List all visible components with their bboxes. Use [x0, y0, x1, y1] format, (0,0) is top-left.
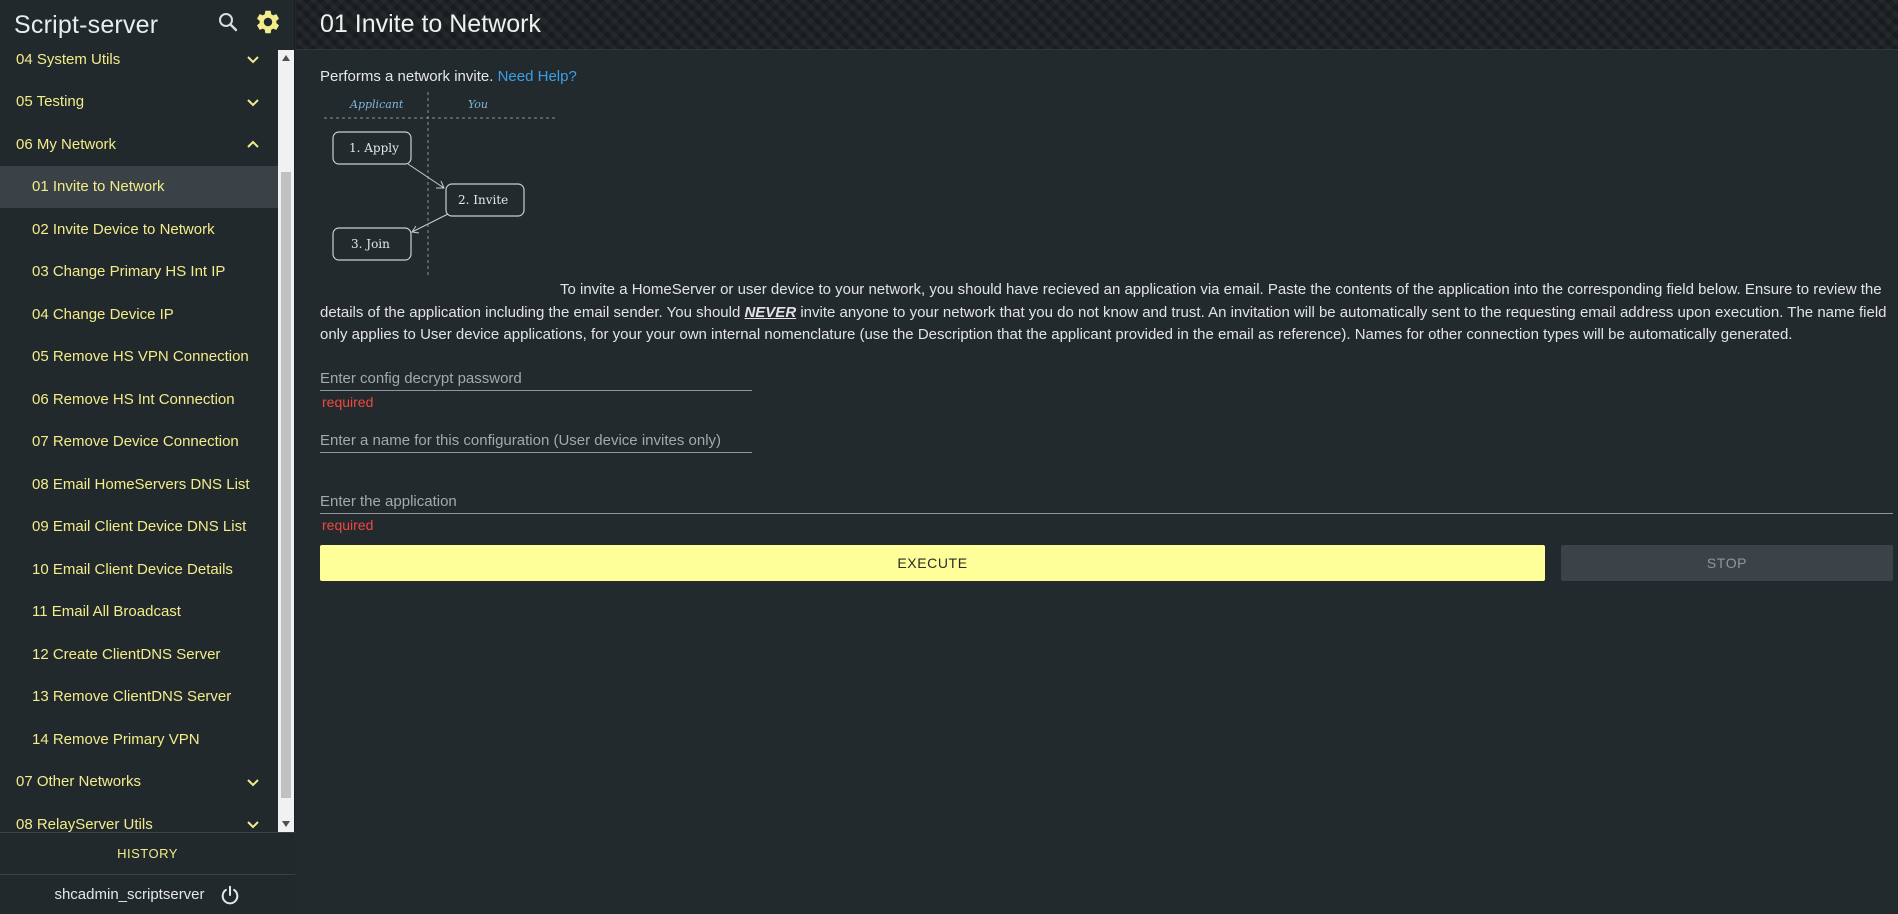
config-password-required: required — [322, 394, 374, 410]
sidebar-item-label: 06 My Network — [16, 135, 117, 153]
sidebar-group[interactable]: 04 System Utils — [0, 50, 278, 81]
sidebar-script-item[interactable]: 09 Email Client Device DNS List — [0, 506, 278, 549]
sidebar-script-item[interactable]: 02 Invite Device to Network — [0, 208, 278, 251]
config-password-placeholder: Enter config decrypt password — [320, 370, 522, 387]
sidebar-script-item[interactable]: 12 Create ClientDNS Server — [0, 633, 278, 676]
sidebar-script-item[interactable]: 01 Invite to Network — [0, 165, 278, 208]
sidebar-script-item[interactable]: 10 Email Client Device Details — [0, 548, 278, 591]
config-name-field: Enter a name for this configuration (Use… — [320, 428, 752, 453]
power-icon[interactable] — [219, 884, 241, 906]
config-password-field: Enter config decrypt password required — [320, 366, 752, 410]
sidebar-script-item[interactable]: 07 Remove Device Connection — [0, 421, 278, 464]
sidebar-script-item[interactable]: 04 Change Device IP — [0, 293, 278, 336]
diagram-col-applicant: Applicant — [349, 98, 404, 111]
sidebar-item-label: 07 Other Networks — [16, 773, 142, 791]
need-help-link[interactable]: Need Help? — [498, 68, 577, 85]
app-title[interactable]: Script-server — [14, 11, 158, 40]
scroll-up-arrow-icon[interactable] — [278, 50, 294, 66]
intro-text: Performs a network invite. — [320, 68, 494, 85]
page-title: 01 Invite to Network — [320, 10, 541, 38]
main-panel: 01 Invite to Network Performs a network … — [296, 0, 1898, 914]
chevron-up-icon — [247, 140, 259, 148]
chevron-down-icon — [247, 56, 259, 64]
sidebar-item-label: 12 Create ClientDNS Server — [32, 645, 221, 663]
sidebar-header: Script-server — [0, 0, 294, 50]
config-password-input[interactable]: Enter config decrypt password — [320, 366, 752, 391]
config-name-placeholder: Enter a name for this configuration (Use… — [320, 432, 722, 449]
diagram-step-invite: 2. Invite — [458, 193, 508, 207]
sidebar-item-label: 04 System Utils — [16, 50, 121, 68]
sidebar-item-label: 09 Email Client Device DNS List — [32, 518, 247, 536]
invite-flow-diagram: Applicant You 1. Apply 2. Invite 3. Join — [324, 92, 556, 278]
chevron-down-icon — [247, 821, 259, 829]
sidebar-script-item[interactable]: 14 Remove Primary VPN — [0, 718, 278, 761]
sidebar-script-item[interactable]: 11 Email All Broadcast — [0, 591, 278, 634]
main-header: 01 Invite to Network — [296, 0, 1898, 50]
sidebar-item-label: 14 Remove Primary VPN — [32, 730, 200, 748]
sidebar-item-label: 02 Invite Device to Network — [32, 220, 215, 238]
config-name-input[interactable]: Enter a name for this configuration (Use… — [320, 428, 752, 453]
sidebar-script-item[interactable]: 08 Email HomeServers DNS List — [0, 463, 278, 506]
username: shcadmin_scriptserver — [54, 886, 205, 903]
sidebar-item-label: 03 Change Primary HS Int IP — [32, 263, 226, 281]
diagram-step-apply: 1. Apply — [349, 141, 399, 155]
application-field: Enter the application required — [320, 489, 1893, 533]
sidebar-item-label: 04 Change Device IP — [32, 305, 174, 323]
chevron-down-icon — [247, 779, 259, 787]
sidebar-script-item[interactable]: 13 Remove ClientDNS Server — [0, 676, 278, 719]
script-intro: Performs a network invite. Need Help? — [320, 68, 1890, 85]
script-description: To invite a HomeServer or user device to… — [320, 279, 1890, 347]
gear-icon[interactable] — [254, 8, 282, 36]
sidebar-item-label: 08 RelayServer Utils — [16, 815, 153, 832]
application-placeholder: Enter the application — [320, 493, 457, 510]
sidebar-script-item[interactable]: 05 Remove HS VPN Connection — [0, 336, 278, 379]
sidebar-item-label: 10 Email Client Device Details — [32, 560, 233, 578]
scroll-thumb[interactable] — [281, 172, 291, 798]
sidebar-item-label: 05 Testing — [16, 93, 85, 111]
user-bar: shcadmin_scriptserver — [0, 874, 295, 914]
sidebar-item-label: 11 Email All Broadcast — [32, 603, 181, 621]
script-content: Performs a network invite. Need Help? Ap… — [320, 68, 1893, 581]
stop-button[interactable]: STOP — [1561, 545, 1893, 581]
history-button[interactable]: HISTORY — [0, 832, 295, 874]
sidebar-script-item[interactable]: 06 Remove HS Int Connection — [0, 378, 278, 421]
sidebar-item-label: 05 Remove HS VPN Connection — [32, 348, 249, 366]
description-emphasis: NEVER — [744, 303, 797, 321]
execute-button[interactable]: EXECUTE — [320, 545, 1545, 581]
sidebar-scrollbar[interactable] — [278, 50, 294, 832]
sidebar-group[interactable]: 05 Testing — [0, 81, 278, 124]
sidebar-item-label: 07 Remove Device Connection — [32, 433, 239, 451]
application-input[interactable]: Enter the application — [320, 489, 1893, 514]
sidebar-item-label: 08 Email HomeServers DNS List — [32, 475, 250, 493]
sidebar-group[interactable]: 06 My Network — [0, 123, 278, 166]
diagram-col-you: You — [468, 98, 488, 111]
sidebar-script-item[interactable]: 03 Change Primary HS Int IP — [0, 251, 278, 294]
sidebar-group[interactable]: 07 Other Networks — [0, 761, 278, 804]
sidebar-item-label: 13 Remove ClientDNS Server — [32, 688, 232, 706]
application-required: required — [322, 517, 374, 533]
search-icon[interactable] — [216, 10, 240, 34]
sidebar-item-label: 01 Invite to Network — [32, 178, 165, 196]
scroll-down-arrow-icon[interactable] — [278, 816, 294, 832]
chevron-down-icon — [247, 99, 259, 107]
sidebar-group[interactable]: 08 RelayServer Utils — [0, 803, 278, 832]
diagram-step-join: 3. Join — [351, 237, 390, 251]
script-list: 04 System Utils 05 Testing 06 My Network 01… — [0, 50, 295, 832]
sidebar: Script-server 04 System Utils 05 Testing 0… — [0, 0, 295, 914]
sidebar-item-label: 06 Remove HS Int Connection — [32, 390, 235, 408]
